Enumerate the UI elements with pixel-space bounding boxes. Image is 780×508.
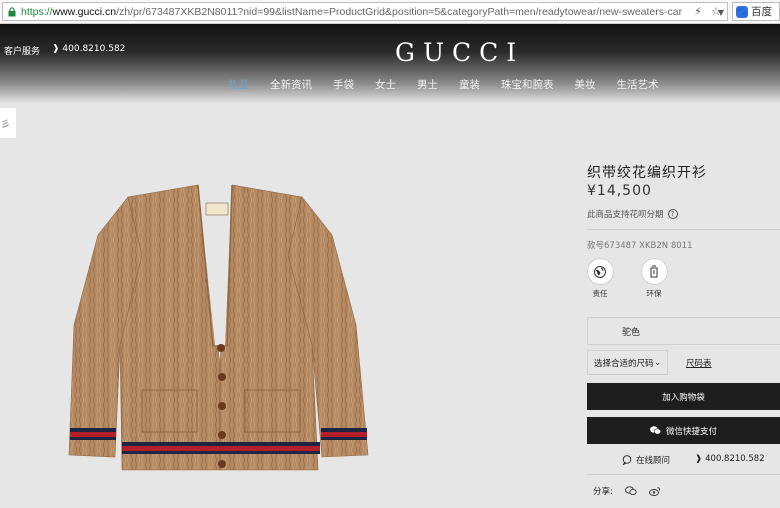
browser-toolbar: https://www.gucci.cn/zh/pr/673487XKB2N80…	[0, 0, 780, 24]
color-label: 驼色	[622, 328, 641, 338]
nav-item-men[interactable]: 男士	[417, 77, 438, 92]
online-consult-label: 在线顾问	[636, 456, 671, 466]
recycle-icon	[650, 265, 658, 277]
size-placeholder: 选择合适的尺码	[594, 358, 654, 369]
product-price: ¥14,500	[587, 183, 652, 199]
wechat-icon	[649, 426, 661, 435]
chevron-down-icon: ⌄	[654, 358, 661, 367]
contact-phone-number: 400.8210.582	[705, 454, 765, 464]
side-tab[interactable]: 彡	[0, 108, 16, 138]
url-scheme: https://	[21, 5, 53, 18]
share-row: 分享:	[593, 485, 661, 497]
nav-item-news[interactable]: 全新资讯	[270, 77, 312, 92]
weibo-share-icon[interactable]	[648, 486, 661, 496]
nav-item-women[interactable]: 女士	[375, 77, 396, 92]
wechat-pay-label: 微信快捷支付	[665, 426, 717, 437]
nav-item-gifts[interactable]: 礼品	[228, 77, 249, 92]
badge-label: 环保	[646, 289, 662, 298]
phone-prefix-icon: ❱	[52, 44, 60, 54]
divider	[587, 229, 780, 230]
online-consult-link[interactable]: 在线顾问	[622, 454, 670, 466]
main-nav: 礼品 全新资讯 手袋 女士 男士 童装 珠宝和腕表 美妆 生活艺术	[228, 77, 680, 92]
nav-item-jewelry-watches[interactable]: 珠宝和腕表	[501, 77, 554, 92]
phone-prefix-icon: ❱	[695, 454, 703, 464]
globe-icon	[594, 265, 606, 278]
header-phone[interactable]: ❱ 400.8210.582	[52, 44, 125, 54]
add-to-bag-button[interactable]: 加入购物袋	[587, 383, 780, 410]
product-image[interactable]	[60, 175, 380, 480]
divider	[587, 474, 780, 475]
installment-note: 此商品支持花呗分期 ?	[587, 208, 678, 220]
add-to-bag-label: 加入购物袋	[662, 392, 705, 403]
share-label: 分享:	[593, 487, 613, 497]
search-engine-label: 百度	[751, 6, 772, 18]
url-path: /zh/pr/673487XKB2N8011?nid=99&listName=P…	[116, 5, 683, 18]
badge-label: 责任	[592, 289, 608, 298]
site-header: 客户服务 ❱ 400.8210.582 GUCCI 礼品 全新资讯 手袋 女士 …	[0, 24, 780, 104]
contact-phone[interactable]: ❱ 400.8210.582	[695, 454, 765, 464]
help-icon[interactable]: ?	[667, 209, 678, 219]
size-dropdown[interactable]: 选择合适的尺码 ⌄	[587, 350, 668, 375]
nav-item-beauty[interactable]: 美妆	[575, 77, 596, 92]
search-engine-box[interactable]: 🐾 百度	[732, 2, 780, 21]
customer-service-link[interactable]: 客户服务	[4, 44, 40, 57]
nav-item-lifestyle[interactable]: 生活艺术	[617, 77, 659, 92]
lightning-icon[interactable]: ⚡	[691, 5, 705, 19]
product-title: 织带绞花编织开衫	[587, 165, 707, 181]
address-bar[interactable]: https://www.gucci.cn/zh/pr/673487XKB2N80…	[2, 2, 728, 21]
gucci-logo[interactable]: GUCCI	[395, 38, 524, 67]
url-dropdown-icon[interactable]: ▼	[714, 4, 728, 20]
baidu-paw-icon: 🐾	[736, 5, 748, 18]
lock-icon	[8, 6, 16, 16]
nav-item-children[interactable]: 童装	[459, 77, 480, 92]
chat-bubble-icon	[622, 455, 632, 465]
product-sku: 款号673487 XKB2N 8011	[587, 241, 693, 251]
installment-text: 此商品支持花呗分期	[587, 210, 664, 220]
badge-responsibility[interactable]: 责任	[585, 258, 615, 299]
badge-eco[interactable]: 环保	[639, 258, 669, 299]
nav-item-handbags[interactable]: 手袋	[333, 77, 354, 92]
url-domain: www.gucci.cn	[52, 5, 117, 18]
wechat-share-icon[interactable]	[624, 486, 637, 496]
header-phone-number: 400.8210.582	[62, 44, 126, 54]
color-selector[interactable]: 驼色	[587, 317, 780, 345]
wechat-pay-button[interactable]: 微信快捷支付	[587, 417, 780, 444]
size-chart-link[interactable]: 尺码表	[686, 357, 712, 369]
